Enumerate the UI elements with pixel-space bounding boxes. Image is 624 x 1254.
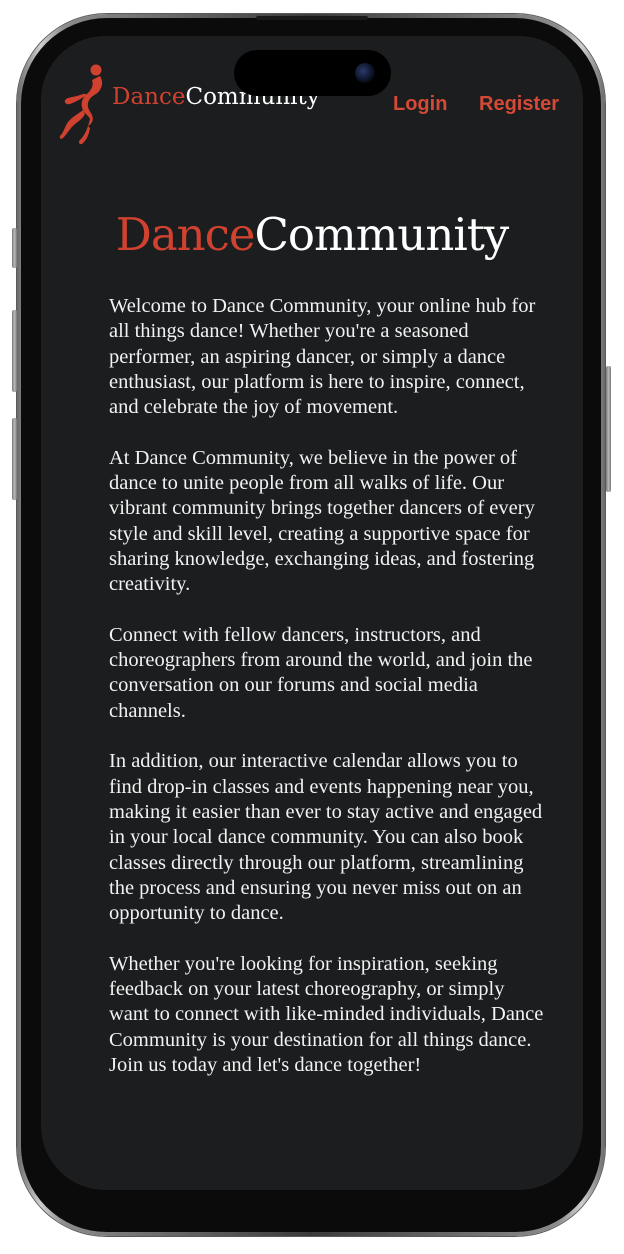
dynamic-island — [234, 50, 391, 96]
title-part-community: Community — [254, 208, 510, 261]
camera-icon — [355, 63, 375, 83]
screen: DanceCommunity Login Register DanceCommu… — [41, 36, 583, 1190]
power-button — [606, 366, 611, 492]
page-title: DanceCommunity — [41, 212, 583, 257]
register-link[interactable]: Register — [479, 94, 559, 114]
intro-content: Welcome to Dance Community, your online … — [109, 294, 549, 1104]
brand-part-dance: Dance — [112, 84, 186, 110]
volume-up-button — [12, 310, 17, 392]
title-part-dance: Dance — [115, 208, 256, 261]
paragraph-welcome: Welcome to Dance Community, your online … — [109, 295, 536, 419]
phone-speaker-slot — [256, 16, 368, 20]
login-link[interactable]: Login — [393, 94, 447, 114]
paragraph-connect: Connect with fellow dancers, instructors… — [109, 623, 533, 722]
paragraph-calendar: In addition, our interactive calendar al… — [109, 750, 543, 925]
volume-down-button — [12, 418, 17, 500]
dancer-logo-icon[interactable] — [56, 62, 108, 146]
action-button — [12, 228, 17, 268]
paragraph-belief: At Dance Community, we believe in the po… — [109, 446, 535, 596]
paragraph-closing: Whether you're looking for inspiration, … — [109, 952, 544, 1076]
